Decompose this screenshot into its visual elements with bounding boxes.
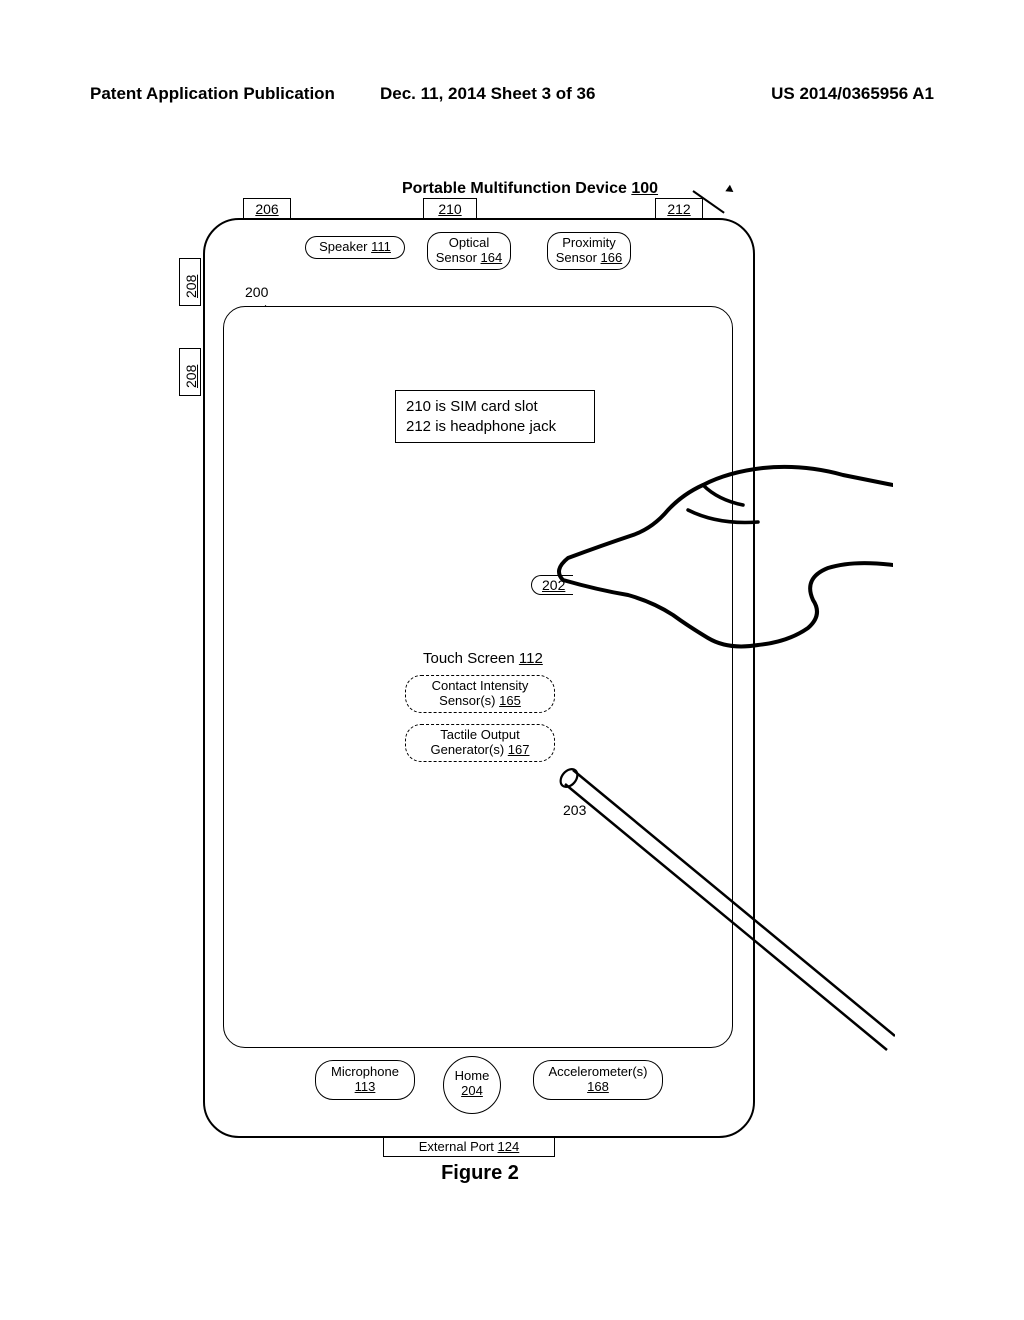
figure-caption: Figure 2 — [165, 1162, 795, 1185]
mic-ref: 113 — [318, 1080, 412, 1095]
speaker-box: Speaker 111 — [305, 236, 405, 259]
note-box: 210 is SIM card slot 212 is headphone ja… — [395, 390, 595, 443]
touch-screen-label: Touch Screen 112 — [423, 650, 543, 667]
accelerometer-box: Accelerometer(s) 168 — [533, 1060, 663, 1100]
header-left: Patent Application Publication — [90, 84, 335, 104]
home-button: Home 204 — [443, 1056, 501, 1114]
note-line-2: 212 is headphone jack — [406, 417, 584, 437]
tactile-output-box: Tactile Output Generator(s) 167 — [405, 724, 555, 762]
accel-ref: 168 — [536, 1080, 660, 1095]
touch-screen-text: Touch Screen — [423, 650, 519, 667]
proximity-ref: 166 — [601, 250, 623, 265]
ref-206-box: 206 — [243, 198, 291, 220]
note-line-1: 210 is SIM card slot — [406, 397, 584, 417]
ref-208-box-b: 208 — [179, 348, 201, 396]
home-ref: 204 — [444, 1084, 500, 1099]
hand-icon — [543, 450, 893, 700]
ref-210-box: 210 — [423, 198, 477, 220]
contact-intensity-box: Contact Intensity Sensor(s) 165 — [405, 675, 555, 713]
stylus-icon — [555, 760, 895, 1060]
ref-208-box-a: 208 — [179, 258, 201, 306]
ref-208-text-b: 208 — [183, 358, 199, 388]
speaker-ref: 111 — [371, 239, 391, 254]
touch-screen-ref: 112 — [519, 650, 543, 667]
tactile-ref: 167 — [508, 742, 530, 757]
ext-port-label: External Port — [419, 1139, 498, 1154]
optical-ref: 164 — [481, 250, 503, 265]
ext-port-ref: 124 — [498, 1139, 520, 1154]
proximity-sensor-box: Proximity Sensor 166 — [547, 232, 631, 270]
optical-sensor-box: Optical Sensor 164 — [427, 232, 511, 270]
ref-212-box: 212 — [655, 198, 703, 220]
microphone-box: Microphone 113 — [315, 1060, 415, 1100]
home-label: Home — [444, 1069, 500, 1084]
accel-label: Accelerometer(s) — [536, 1065, 660, 1080]
mic-label: Microphone — [318, 1065, 412, 1080]
header-right: US 2014/0365956 A1 — [771, 84, 934, 104]
contact-ref: 165 — [499, 693, 521, 708]
device-title: Portable Multifunction Device 100 — [165, 180, 895, 198]
external-port-box: External Port 124 — [383, 1136, 555, 1157]
ref-200: 200 — [245, 284, 268, 300]
ref-202: 202 — [531, 575, 573, 595]
speaker-label: Speaker — [319, 239, 371, 254]
tactile-label: Tactile Output Generator(s) — [430, 727, 519, 757]
device-title-ref: 100 — [631, 180, 658, 197]
device-title-text: Portable Multifunction Device — [402, 180, 631, 197]
figure-area: Portable Multifunction Device 100 206 21… — [165, 180, 895, 1190]
ref-208-text-a: 208 — [183, 268, 199, 298]
header-center: Dec. 11, 2014 Sheet 3 of 36 — [380, 84, 595, 104]
